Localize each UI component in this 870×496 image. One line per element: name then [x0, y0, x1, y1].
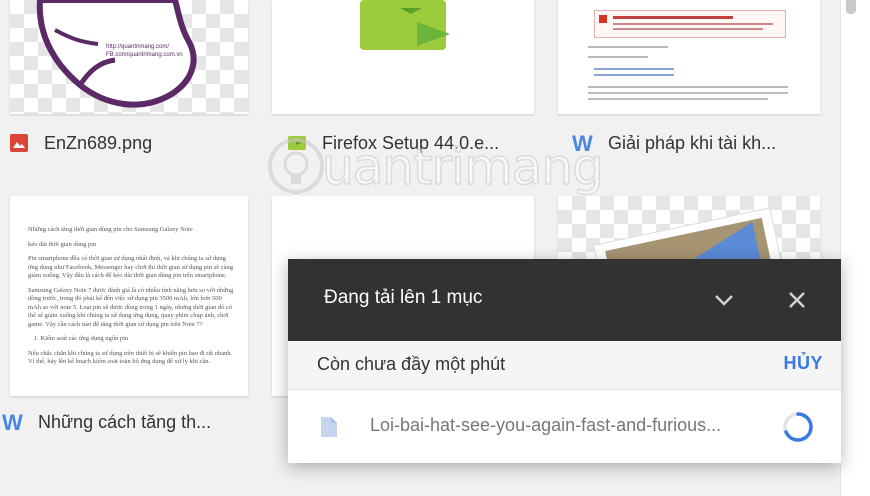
doc-preview-subtitle: kéo dài thời gian dùng pin	[28, 240, 97, 248]
scrollbar-track[interactable]	[840, 0, 870, 496]
generic-file-icon	[321, 417, 337, 437]
doc-preview-list-item: 1. Kiểm soát các ứng dụng ngốn pin	[34, 335, 129, 342]
chevron-down-icon	[715, 295, 733, 306]
glove-thumbnail: http://quantrimang.com/ FB.com/quantrima…	[36, 0, 197, 108]
file-card-enzn689[interactable]: http://quantrimang.com/ FB.com/quantrima…	[10, 0, 248, 114]
file-label-enzn689[interactable]: EnZn689.png	[8, 128, 248, 158]
file-card-giai-phap[interactable]	[558, 0, 820, 114]
upload-progress-panel: Đang tải lên 1 mục Còn chưa đầy một phút…	[288, 259, 841, 463]
time-remaining-text: Còn chưa đầy một phút	[317, 354, 506, 374]
image-file-icon	[8, 132, 30, 154]
minimize-button[interactable]	[709, 285, 739, 315]
cancel-button[interactable]: HỦY	[783, 353, 823, 374]
close-icon	[789, 292, 805, 308]
doc-thumbnail	[558, 0, 820, 114]
lightbulb-logo-icon	[268, 138, 324, 194]
doc-preview-paragraph: Samsung Galaxy Note 7 được đánh giá là c…	[28, 286, 234, 328]
doc-preview-title: Những cách tăng thời gian dùng pin cho S…	[28, 226, 193, 233]
installer-thumbnail	[360, 0, 450, 50]
word-file-icon: W	[2, 411, 24, 433]
scrollbar-thumb[interactable]	[846, 0, 856, 14]
loading-spinner-icon	[783, 412, 813, 442]
file-name: Giải pháp khi tài kh...	[608, 132, 777, 153]
file-name: Những cách tăng th...	[38, 411, 212, 432]
doc-preview-paragraph: Nếu chắc chắn khi chúng ta sử dụng trên …	[28, 349, 233, 366]
doc-preview-paragraph: Pin smartphone đều có thời gian sử dụng …	[28, 255, 234, 279]
file-card-nhung-cach[interactable]: Những cách tăng thời gian dùng pin cho S…	[10, 196, 248, 396]
file-name: EnZn689.png	[44, 132, 153, 153]
doc-preview-text: Những cách tăng thời gian dùng pin cho S…	[28, 226, 234, 373]
file-card-firefox-setup[interactable]	[272, 0, 534, 114]
glove-caption-line2: FB.com/quantrimang.com.vn	[106, 52, 183, 58]
upload-status-bar: Còn chưa đầy một phút HỦY	[288, 341, 841, 390]
file-label-nhung-cach[interactable]: W Những cách tăng th...	[2, 407, 252, 437]
glove-caption-line1: http://quantrimang.com/	[106, 44, 169, 50]
upload-item-row[interactable]: Loi-bai-hat-see-you-again-fast-and-furio…	[288, 390, 841, 463]
upload-panel-header: Đang tải lên 1 mục	[288, 259, 841, 341]
upload-file-name: Loi-bai-hat-see-you-again-fast-and-furio…	[370, 415, 722, 435]
watermark-text: uantrimang	[321, 137, 604, 197]
quantrimang-watermark: uantrimang	[266, 132, 626, 206]
close-button[interactable]	[782, 285, 812, 315]
svg-text:W: W	[2, 412, 23, 432]
upload-panel-title: Đang tải lên 1 mục	[324, 287, 483, 308]
